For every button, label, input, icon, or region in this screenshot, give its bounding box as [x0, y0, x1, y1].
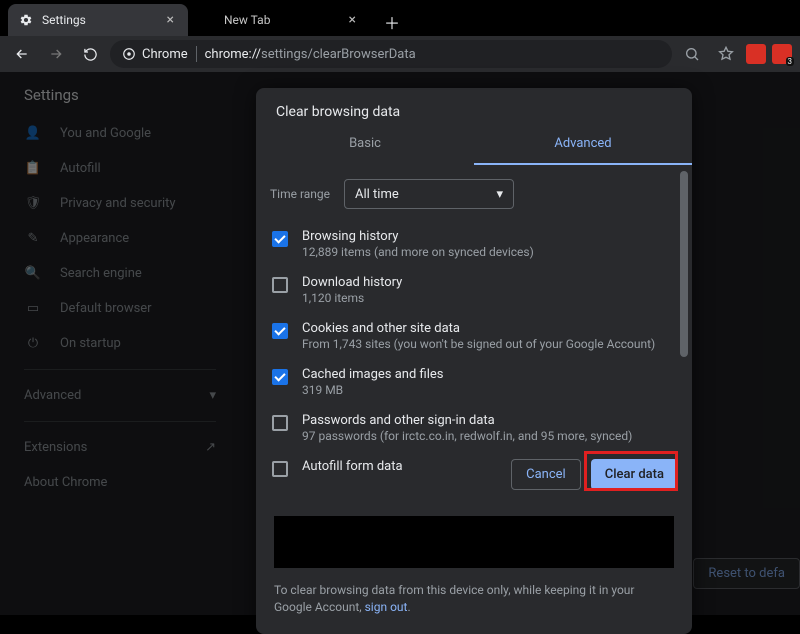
new-tab-button[interactable]: ＋	[378, 8, 406, 36]
option-title: Browsing history	[302, 229, 534, 244]
gear-icon	[18, 12, 34, 28]
option-sub: 1,120 items	[302, 291, 402, 305]
option-cookies[interactable]: Cookies and other site dataFrom 1,743 si…	[270, 315, 676, 361]
clear-browsing-data-dialog: Clear browsing data Basic Advanced Time …	[256, 88, 692, 634]
time-range-value: All time	[355, 187, 399, 202]
time-range-label: Time range	[270, 187, 330, 201]
option-sub: 97 passwords (for irctc.co.in, redwolf.i…	[302, 429, 632, 443]
checkbox[interactable]	[272, 323, 288, 339]
tab-strip: Settings × New Tab × ＋	[0, 0, 800, 36]
checkbox[interactable]	[272, 277, 288, 293]
tab-basic[interactable]: Basic	[256, 126, 474, 165]
option-sub: From 1,743 sites (you won't be signed ou…	[302, 337, 655, 351]
dialog-tabs: Basic Advanced	[256, 126, 692, 165]
option-title: Cookies and other site data	[302, 321, 655, 336]
zoom-icon[interactable]	[678, 40, 706, 68]
chevron-down-icon: ▾	[497, 187, 504, 202]
option-title: Download history	[302, 275, 402, 290]
checkbox[interactable]	[272, 415, 288, 431]
tab-title: Settings	[42, 13, 86, 27]
redacted-area	[274, 516, 674, 568]
option-cached-images[interactable]: Cached images and files319 MB	[270, 361, 676, 407]
dialog-actions: Cancel Clear data	[256, 445, 692, 504]
bookmark-star-icon[interactable]	[712, 40, 740, 68]
close-icon[interactable]: ×	[163, 12, 178, 28]
footer-text: To clear browsing data from this device …	[274, 582, 674, 616]
option-title: Cached images and files	[302, 367, 443, 382]
option-download-history[interactable]: Download history1,120 items	[270, 269, 676, 315]
option-sub: 12,889 items (and more on synced devices…	[302, 245, 534, 259]
tab-title: New Tab	[224, 13, 270, 27]
forward-button[interactable]	[42, 40, 70, 68]
tab-new[interactable]: New Tab ×	[190, 4, 370, 36]
dialog-title: Clear browsing data	[256, 88, 692, 126]
checkbox[interactable]	[272, 231, 288, 247]
scrollbar[interactable]	[678, 169, 690, 441]
cancel-button[interactable]: Cancel	[511, 459, 581, 490]
address-bar[interactable]: Chrome chrome://settings/clearBrowserDat…	[110, 40, 672, 68]
globe-icon	[200, 12, 216, 28]
option-title: Passwords and other sign-in data	[302, 413, 632, 428]
tab-settings[interactable]: Settings ×	[8, 4, 188, 36]
tab-advanced[interactable]: Advanced	[474, 126, 692, 165]
url-host: chrome://settings/clearBrowserData	[205, 47, 416, 62]
separator	[196, 46, 197, 62]
checkbox[interactable]	[272, 369, 288, 385]
dialog-footer: To clear browsing data from this device …	[256, 504, 692, 634]
dialog-body: Time range All time ▾ Browsing history12…	[256, 165, 692, 445]
chrome-chip-label: Chrome	[142, 47, 188, 62]
extension-icon[interactable]	[746, 44, 766, 64]
close-icon[interactable]: ×	[345, 12, 360, 28]
highlight-annotation	[584, 451, 678, 491]
sign-out-link[interactable]: sign out	[365, 600, 408, 614]
time-range-select[interactable]: All time ▾	[344, 179, 514, 209]
chrome-chip: Chrome	[122, 47, 188, 62]
option-sub: 319 MB	[302, 383, 443, 397]
option-browsing-history[interactable]: Browsing history12,889 items (and more o…	[270, 223, 676, 269]
extension-badge: 3	[786, 57, 795, 66]
toolbar: Chrome chrome://settings/clearBrowserDat…	[0, 36, 800, 72]
back-button[interactable]	[8, 40, 36, 68]
extension-icon[interactable]: 3	[772, 44, 792, 64]
reload-button[interactable]	[76, 40, 104, 68]
